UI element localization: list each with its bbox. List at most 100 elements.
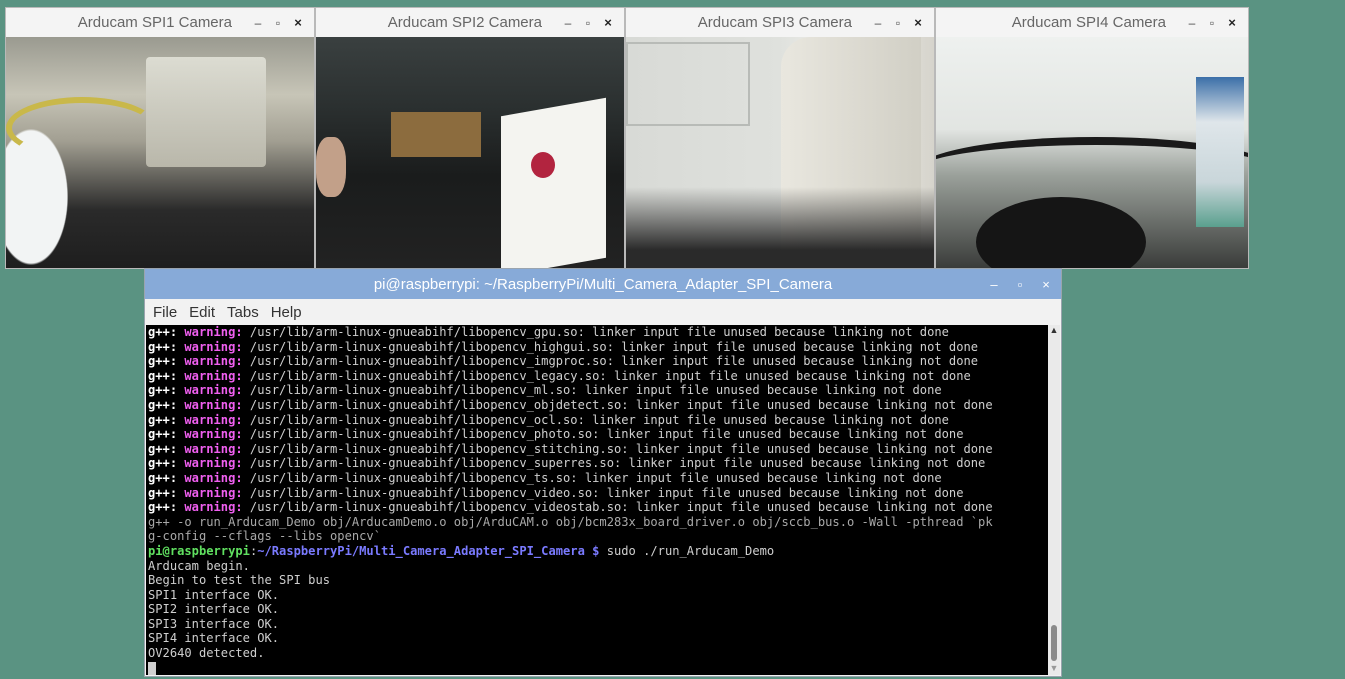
warning-line: g++: warning: /usr/lib/arm-linux-gnueabi…	[148, 340, 1049, 355]
compiler-prefix: g++:	[148, 412, 178, 427]
prompt-symbol: $	[584, 543, 607, 558]
compiler-prefix: g++:	[148, 397, 178, 412]
camera-window-spi1[interactable]: Arducam SPI1 Camera – ▫ ×	[5, 7, 315, 269]
warning-label: warning:	[184, 368, 243, 383]
output-text: SPI4 interface OK.	[148, 631, 280, 646]
warning-label: warning:	[184, 441, 243, 456]
menu-tabs[interactable]: Tabs	[227, 304, 259, 321]
compiler-prefix: g++:	[148, 427, 178, 442]
minimize-button[interactable]: –	[870, 16, 886, 30]
close-button[interactable]: ×	[1224, 15, 1240, 30]
warning-line: g++: warning: /usr/lib/arm-linux-gnueabi…	[148, 413, 1049, 428]
warning-text: /usr/lib/arm-linux-gnueabihf/libopencv_o…	[242, 412, 949, 427]
warning-label: warning:	[184, 427, 243, 442]
warning-label: warning:	[184, 383, 243, 398]
warning-line: g++: warning: /usr/lib/arm-linux-gnueabi…	[148, 354, 1049, 369]
scrollbar-thumb[interactable]	[1051, 625, 1057, 661]
warning-line: g++: warning: /usr/lib/arm-linux-gnueabi…	[148, 486, 1049, 501]
prompt-user: pi@raspberrypi	[148, 543, 250, 558]
warning-label: warning:	[184, 412, 243, 427]
scroll-up-icon[interactable]: ▲	[1048, 325, 1060, 337]
window-title: Arducam SPI3 Camera	[697, 14, 852, 31]
window-title: Arducam SPI4 Camera	[1011, 14, 1166, 31]
camera-feed	[316, 37, 624, 268]
scrollbar[interactable]: ▲ ▼	[1048, 325, 1060, 675]
output-line: Arducam begin.	[148, 559, 1049, 574]
compile-command-line: g-config --cflags --libs opencv`	[148, 529, 1049, 544]
output-line: Begin to test the SPI bus	[148, 573, 1049, 588]
terminal-titlebar[interactable]: pi@raspberrypi: ~/RaspberryPi/Multi_Came…	[145, 269, 1061, 299]
close-button[interactable]: ×	[910, 15, 926, 30]
compiler-prefix: g++:	[148, 485, 178, 500]
warning-text: /usr/lib/arm-linux-gnueabihf/libopencv_i…	[242, 354, 979, 369]
terminal-output[interactable]: g++: warning: /usr/lib/arm-linux-gnueabi…	[146, 325, 1049, 675]
minimize-button[interactable]: –	[250, 16, 266, 30]
camera-feed	[936, 37, 1248, 268]
warning-label: warning:	[184, 485, 243, 500]
camera-window-spi4[interactable]: Arducam SPI4 Camera – ▫ ×	[935, 7, 1249, 269]
output-line: OV2640 detected.	[148, 646, 1049, 661]
compiler-prefix: g++:	[148, 339, 178, 354]
maximize-button[interactable]: ▫	[1204, 16, 1220, 30]
maximize-button[interactable]: ▫	[1013, 277, 1027, 292]
warning-line: g++: warning: /usr/lib/arm-linux-gnueabi…	[148, 456, 1049, 471]
compiler-prefix: g++:	[148, 383, 178, 398]
warning-text: /usr/lib/arm-linux-gnueabihf/libopencv_h…	[242, 339, 979, 354]
prompt-path: ~/RaspberryPi/Multi_Camera_Adapter_SPI_C…	[257, 543, 585, 558]
warning-text: /usr/lib/arm-linux-gnueabihf/libopencv_o…	[242, 397, 993, 412]
titlebar[interactable]: Arducam SPI1 Camera – ▫ ×	[6, 8, 314, 37]
titlebar[interactable]: Arducam SPI2 Camera – ▫ ×	[316, 8, 624, 37]
minimize-button[interactable]: –	[987, 277, 1001, 292]
warning-line: g++: warning: /usr/lib/arm-linux-gnueabi…	[148, 369, 1049, 384]
cursor-line	[148, 661, 1049, 675]
warning-label: warning:	[184, 456, 243, 471]
camera-window-spi2[interactable]: Arducam SPI2 Camera – ▫ ×	[315, 7, 625, 269]
compile-command-line: g++ -o run_Arducam_Demo obj/ArducamDemo.…	[148, 515, 1049, 530]
maximize-button[interactable]: ▫	[890, 16, 906, 30]
output-text: SPI3 interface OK.	[148, 616, 280, 631]
close-button[interactable]: ×	[290, 15, 306, 30]
warning-text: /usr/lib/arm-linux-gnueabihf/libopencv_s…	[242, 456, 986, 471]
warning-line: g++: warning: /usr/lib/arm-linux-gnueabi…	[148, 500, 1049, 515]
warning-text: /usr/lib/arm-linux-gnueabihf/libopencv_v…	[242, 485, 964, 500]
minimize-button[interactable]: –	[1184, 16, 1200, 30]
menu-help[interactable]: Help	[271, 304, 302, 321]
warning-line: g++: warning: /usr/lib/arm-linux-gnueabi…	[148, 398, 1049, 413]
compiler-prefix: g++:	[148, 368, 178, 383]
menu-edit[interactable]: Edit	[189, 304, 215, 321]
terminal-window[interactable]: pi@raspberrypi: ~/RaspberryPi/Multi_Came…	[144, 268, 1062, 677]
warning-label: warning:	[184, 470, 243, 485]
compiler-prefix: g++:	[148, 456, 178, 471]
scroll-down-icon[interactable]: ▼	[1048, 663, 1060, 675]
menu-file[interactable]: File	[153, 304, 177, 321]
warning-line: g++: warning: /usr/lib/arm-linux-gnueabi…	[148, 325, 1049, 340]
warning-text: /usr/lib/arm-linux-gnueabihf/libopencv_t…	[242, 470, 942, 485]
warning-label: warning:	[184, 354, 243, 369]
menu-bar: File Edit Tabs Help	[145, 299, 1061, 325]
close-button[interactable]: ×	[600, 15, 616, 30]
warning-text: /usr/lib/arm-linux-gnueabihf/libopencv_l…	[242, 368, 971, 383]
titlebar[interactable]: Arducam SPI3 Camera – ▫ ×	[626, 8, 934, 37]
maximize-button[interactable]: ▫	[580, 16, 596, 30]
output-text: OV2640 detected.	[148, 646, 265, 661]
compile-command-text: g++ -o run_Arducam_Demo obj/ArducamDemo.…	[148, 514, 993, 529]
warning-label: warning:	[184, 339, 243, 354]
camera-feed	[626, 37, 934, 268]
titlebar[interactable]: Arducam SPI4 Camera – ▫ ×	[936, 8, 1248, 37]
prompt-line: pi@raspberrypi:~/RaspberryPi/Multi_Camer…	[148, 544, 1049, 559]
warning-text: /usr/lib/arm-linux-gnueabihf/libopencv_v…	[242, 500, 993, 515]
compile-command-text: g-config --cflags --libs opencv`	[148, 529, 381, 544]
compiler-prefix: g++:	[148, 470, 178, 485]
output-text: SPI1 interface OK.	[148, 587, 280, 602]
warning-line: g++: warning: /usr/lib/arm-linux-gnueabi…	[148, 383, 1049, 398]
compiler-prefix: g++:	[148, 500, 178, 515]
close-button[interactable]: ×	[1039, 277, 1053, 292]
output-line: SPI4 interface OK.	[148, 631, 1049, 646]
warning-label: warning:	[184, 325, 243, 339]
minimize-button[interactable]: –	[560, 16, 576, 30]
camera-feed	[6, 37, 314, 268]
output-line: SPI1 interface OK.	[148, 588, 1049, 603]
camera-window-spi3[interactable]: Arducam SPI3 Camera – ▫ ×	[625, 7, 935, 269]
cursor	[148, 661, 156, 675]
maximize-button[interactable]: ▫	[270, 16, 286, 30]
